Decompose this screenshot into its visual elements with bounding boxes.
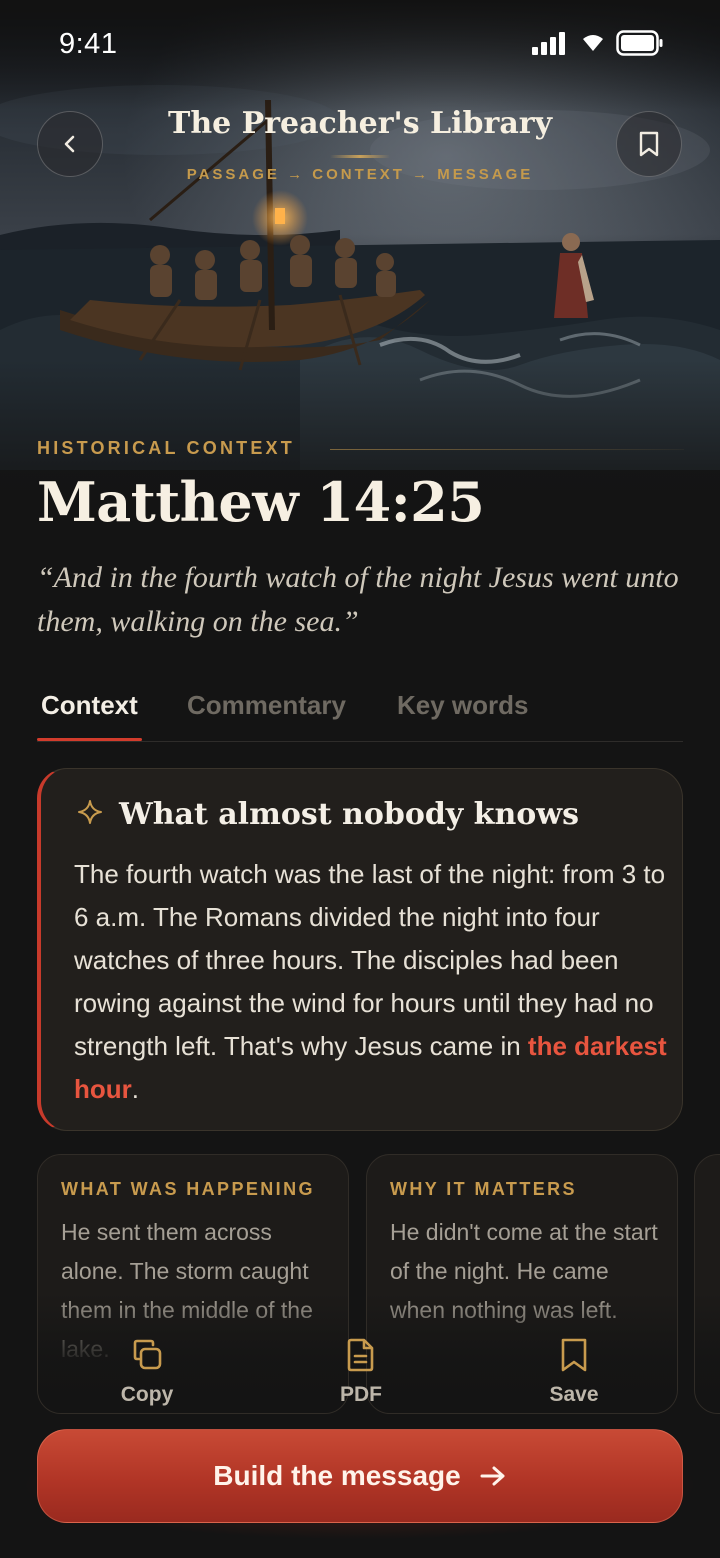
card-label: WHY IT MATTERS [390, 1179, 577, 1199]
tab-context[interactable]: Context [41, 690, 138, 721]
copy-label: Copy [120, 1383, 174, 1406]
section-label: HISTORICAL CONTEXT [37, 438, 295, 458]
card-label: WHAT WAS HAPPENING [61, 1179, 315, 1199]
bookmark-button[interactable] [616, 111, 682, 177]
save-label: Save [549, 1383, 599, 1406]
section-divider [330, 449, 684, 450]
signal-icon [532, 32, 565, 55]
wifi-icon [583, 35, 603, 51]
pdf-button[interactable]: PDF [301, 1330, 421, 1407]
sparkle-icon [78, 800, 102, 824]
build-message-button[interactable]: Build the message [37, 1429, 683, 1523]
insight-card: What almost nobody knows The fourth watc… [37, 768, 683, 1131]
passage-reference: Matthew 14:25 [37, 470, 485, 534]
document-icon [347, 1338, 374, 1372]
pdf-label: PDF [340, 1383, 382, 1406]
status-icons [532, 30, 664, 56]
insight-title: What almost nobody knows [119, 797, 580, 832]
tab-commentary[interactable]: Commentary [187, 690, 346, 721]
breadcrumb: PASSAGE → CONTEXT → MESSAGE [186, 166, 534, 183]
status-bar: 9:41 [0, 0, 720, 88]
copy-icon [133, 1339, 162, 1370]
tab-key-words[interactable]: Key words [397, 690, 529, 721]
action-row: Copy PDF Save [0, 1330, 720, 1420]
copy-button[interactable]: Copy [87, 1330, 207, 1407]
arrow-right-icon [480, 1466, 505, 1486]
insight-body: The fourth watch was the last of the nig… [74, 853, 674, 1111]
title-divider [330, 155, 390, 158]
battery-icon [616, 30, 663, 56]
app-title: The Preacher's Library [168, 106, 552, 141]
save-button[interactable]: Save [514, 1330, 634, 1407]
insight-end: . [131, 1074, 139, 1104]
verse-quote: “And in the fourth watch of the night Je… [37, 561, 679, 638]
active-tab-indicator [37, 738, 142, 741]
tab-bar: Context Commentary Key words [37, 688, 683, 742]
status-time: 9:41 [59, 28, 118, 60]
bookmark-icon [561, 1338, 587, 1372]
bookmark-icon [639, 131, 659, 157]
build-message-label: Build the message [213, 1460, 461, 1491]
